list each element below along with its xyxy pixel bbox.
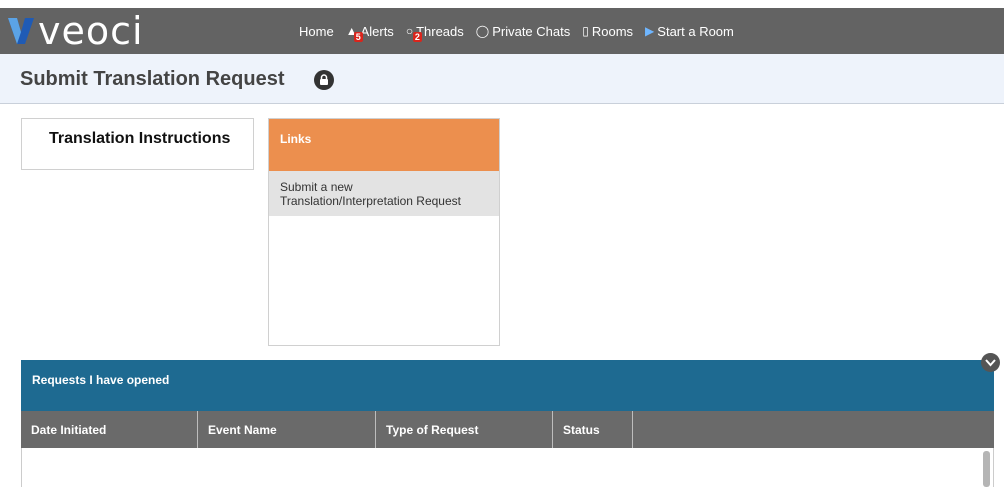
lock-icon[interactable] bbox=[314, 70, 334, 90]
column-date-initiated[interactable]: Date Initiated bbox=[21, 411, 198, 448]
nav-rooms[interactable]: ▯ Rooms bbox=[582, 24, 633, 39]
page-title: Submit Translation Request bbox=[20, 68, 285, 90]
lock-glyph bbox=[320, 74, 328, 85]
play-icon: ▶ bbox=[645, 24, 655, 38]
rooms-icon: ▯ bbox=[582, 24, 589, 38]
page-title-bar: Submit Translation Request bbox=[0, 54, 1004, 104]
column-status[interactable]: Status bbox=[553, 411, 633, 448]
nav-home[interactable]: Home bbox=[299, 24, 334, 39]
requests-table-header: Date Initiated Event Name Type of Reques… bbox=[21, 411, 994, 448]
column-event-name[interactable]: Event Name bbox=[198, 411, 376, 448]
links-panel: Links Submit a new Translation/Interpret… bbox=[268, 118, 500, 346]
collapse-chevron-icon[interactable] bbox=[981, 353, 1000, 372]
chevron-down-icon bbox=[985, 358, 996, 366]
nav-alerts[interactable]: ▲ 5 Alerts bbox=[346, 23, 394, 42]
nav-threads[interactable]: ○ 2 Threads bbox=[405, 23, 464, 42]
vertical-scrollbar[interactable] bbox=[983, 451, 990, 487]
nav-home-label: Home bbox=[299, 23, 334, 39]
requests-section: Requests I have opened Date Initiated Ev… bbox=[21, 360, 994, 487]
veoci-logo[interactable]: veoci bbox=[8, 8, 144, 54]
submit-request-link-line2: Translation/Interpretation Request bbox=[280, 194, 461, 208]
submit-request-link-line1: Submit a new bbox=[280, 180, 353, 194]
nav-rooms-label: Rooms bbox=[591, 23, 634, 39]
nav-private-chats[interactable]: ◯ Private Chats bbox=[476, 24, 570, 39]
nav-start-a-room[interactable]: ▶ Start a Room bbox=[645, 24, 734, 39]
nav-start-a-room-label: Start a Room bbox=[657, 23, 734, 39]
logo-text: veoci bbox=[38, 9, 144, 53]
submit-request-link[interactable]: Submit a new Translation/Interpretation … bbox=[269, 171, 499, 216]
translation-instructions-label: Translation Instructions bbox=[49, 130, 231, 147]
top-navigation-bar: veoci Home ▲ 5 Alerts ○ 2 Threads ◯ Priv… bbox=[0, 8, 1004, 54]
translation-instructions-panel[interactable]: Translation Instructions bbox=[21, 118, 254, 170]
column-empty bbox=[633, 411, 994, 448]
requests-header: Requests I have opened bbox=[21, 360, 994, 411]
threads-badge: 2 bbox=[412, 31, 422, 42]
nav-private-chats-label: Private Chats bbox=[492, 23, 571, 39]
chat-bubble-icon: ◯ bbox=[475, 24, 490, 38]
threads-icon: ○ bbox=[405, 24, 414, 38]
requests-table-body bbox=[21, 448, 994, 487]
main-nav: Home ▲ 5 Alerts ○ 2 Threads ◯ Private Ch… bbox=[299, 8, 746, 54]
veoci-v-icon bbox=[8, 18, 34, 44]
column-type-of-request[interactable]: Type of Request bbox=[376, 411, 553, 448]
alerts-badge: 5 bbox=[353, 31, 363, 42]
links-header: Links bbox=[269, 119, 499, 171]
nav-alerts-label: Alerts bbox=[360, 23, 394, 39]
nav-threads-label: Threads bbox=[416, 23, 464, 39]
